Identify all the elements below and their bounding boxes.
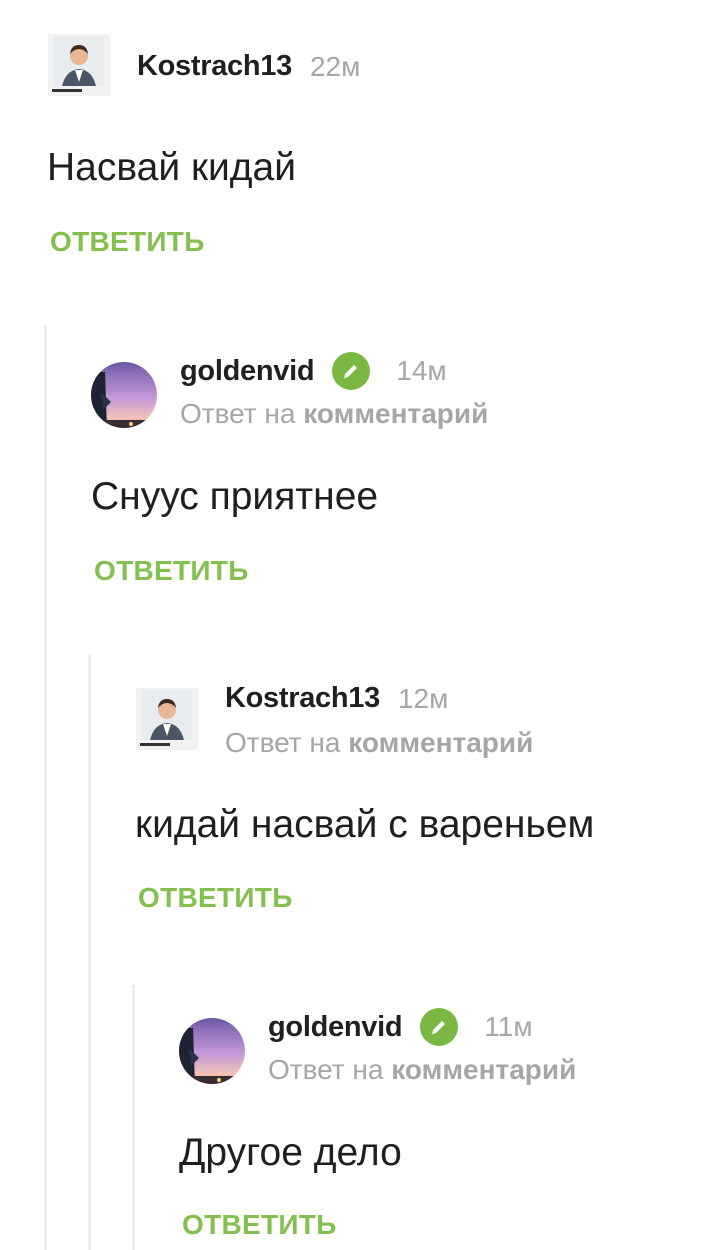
- comment-author[interactable]: Kostrach13: [137, 50, 292, 83]
- thread-line-level-2: [88, 655, 91, 1250]
- person-avatar-icon: [48, 34, 110, 96]
- comment-timestamp: 12м: [397, 682, 449, 714]
- comment-timestamp: 22м: [309, 50, 361, 82]
- thread-line-level-3: [132, 985, 135, 1250]
- reply-button[interactable]: ОТВЕТИТЬ: [50, 226, 205, 258]
- person-avatar-icon: [136, 688, 198, 750]
- avatar-goldenvid[interactable]: [91, 362, 157, 428]
- comment-text: Снуус приятнее: [91, 475, 379, 518]
- thread-line-level-1: [44, 325, 47, 1250]
- reply-to-link[interactable]: комментарий: [391, 1054, 576, 1085]
- reply-to-label: Ответ на комментарий: [180, 398, 488, 430]
- sunset-avatar-icon: [179, 1018, 245, 1084]
- verified-icon: [332, 352, 371, 390]
- reply-button[interactable]: ОТВЕТИТЬ: [138, 882, 293, 914]
- sunset-avatar-icon: [91, 362, 157, 428]
- avatar-kostrach13[interactable]: [48, 34, 110, 96]
- comment-text: кидай насвай с вареньем: [135, 803, 595, 846]
- comment-timestamp: 14м: [396, 355, 447, 386]
- reply-to-label: Ответ на комментарий: [268, 1054, 576, 1086]
- comment-text: Другое дело: [179, 1131, 402, 1174]
- reply-button[interactable]: ОТВЕТИТЬ: [94, 555, 249, 587]
- reply-button[interactable]: ОТВЕТИТЬ: [182, 1209, 337, 1241]
- reply-to-link[interactable]: комментарий: [303, 398, 488, 429]
- avatar-kostrach13[interactable]: [136, 688, 198, 750]
- reply-to-prefix: Ответ на: [268, 1054, 392, 1085]
- comment-timestamp: 11м: [484, 1011, 533, 1042]
- reply-to-prefix: Ответ на: [225, 727, 349, 758]
- avatar-goldenvid[interactable]: [179, 1018, 245, 1084]
- comment-author[interactable]: Kostrach13: [225, 682, 380, 715]
- verified-icon: [420, 1008, 459, 1046]
- reply-to-prefix: Ответ на: [180, 398, 304, 429]
- comment-text: Насвай кидай: [47, 146, 297, 189]
- comment-author[interactable]: goldenvid: [268, 1011, 403, 1044]
- reply-to-link[interactable]: комментарий: [348, 727, 533, 758]
- comment-author[interactable]: goldenvid: [180, 355, 315, 388]
- reply-to-label: Ответ на комментарий: [225, 727, 533, 759]
